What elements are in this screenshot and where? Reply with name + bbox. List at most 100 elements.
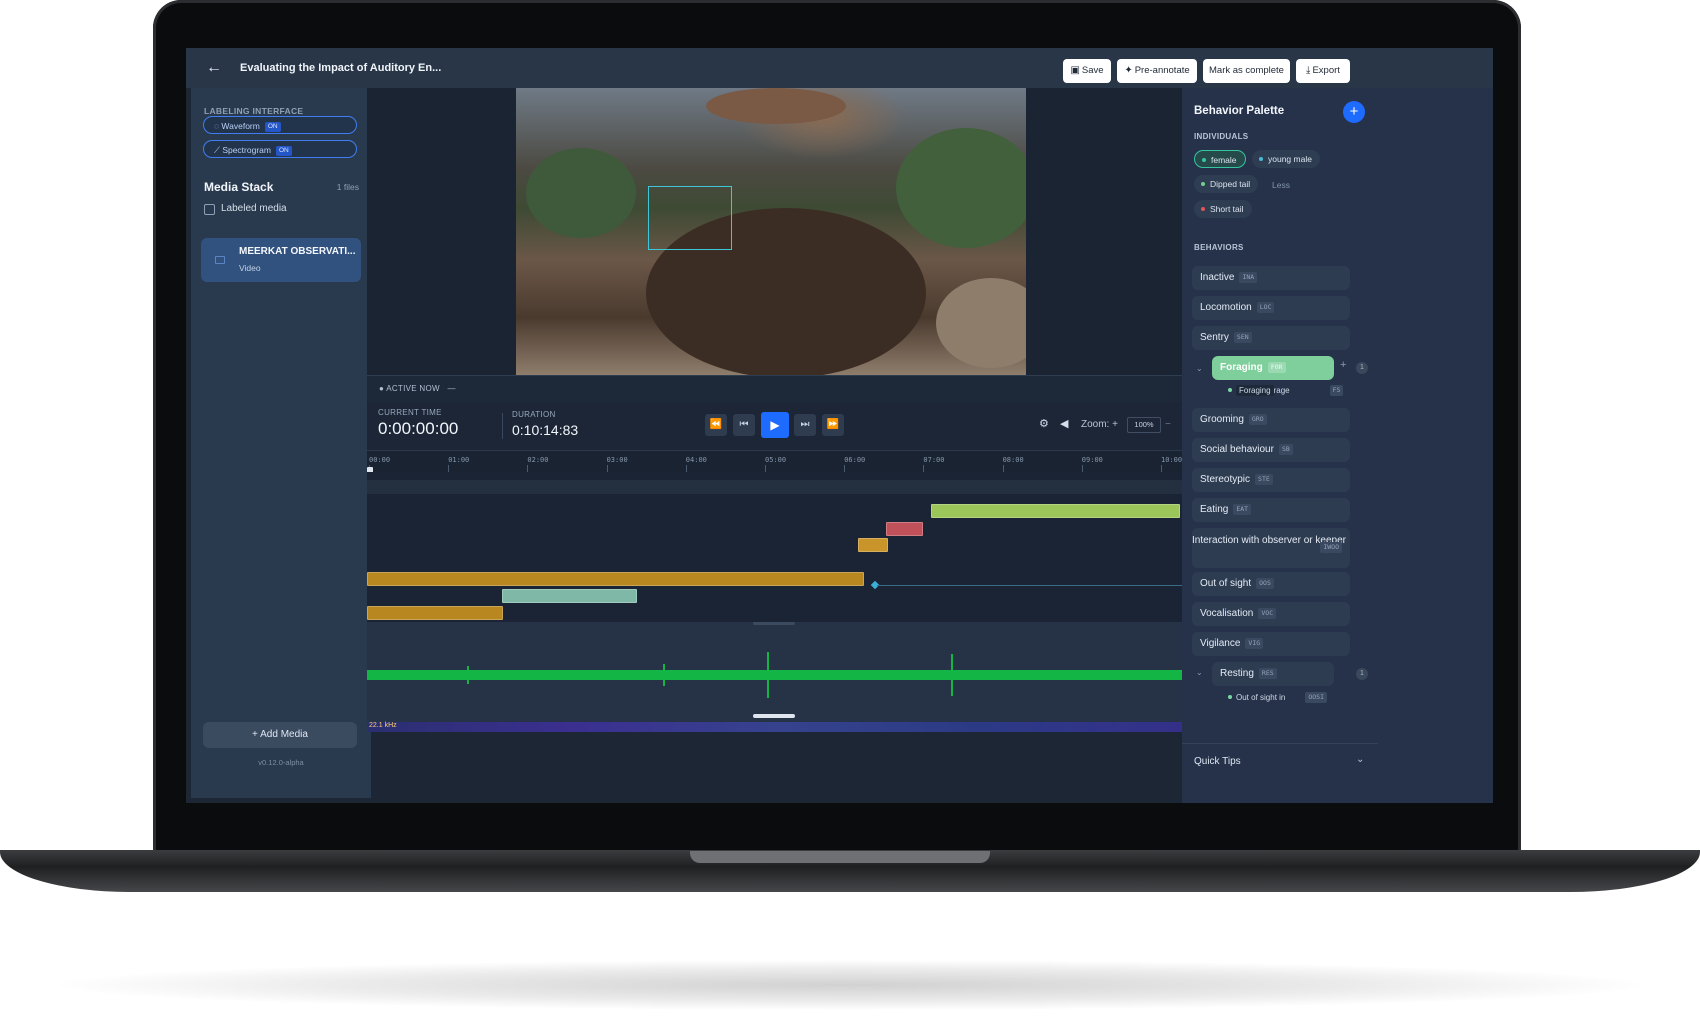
video-area bbox=[367, 88, 1182, 375]
behavior-code: VOC bbox=[1258, 608, 1277, 619]
active-now-dash: — bbox=[447, 384, 456, 393]
ruler-tick bbox=[527, 465, 529, 472]
behavior-name: Stereotypic bbox=[1200, 474, 1251, 485]
behavior-foraging[interactable]: Foraging FOR bbox=[1212, 356, 1334, 380]
duration-value: 0:10:14:83 bbox=[512, 422, 579, 438]
annotation-segment[interactable] bbox=[367, 572, 864, 586]
volume-icon[interactable]: ◀ bbox=[1060, 417, 1068, 430]
quick-tips-panel[interactable]: Quick Tips ⌄ bbox=[1182, 743, 1378, 779]
ruler-tick bbox=[685, 465, 687, 472]
behaviors-label: BEHAVIORS bbox=[1194, 243, 1244, 252]
laptop-hinge bbox=[690, 851, 990, 863]
ruler-tick-label: 00:00 bbox=[369, 456, 391, 464]
fast-forward-button[interactable]: ⏩ bbox=[822, 414, 844, 436]
annotation-segment[interactable] bbox=[886, 522, 923, 536]
media-item[interactable]: MEERKAT OBSERVATI... Video bbox=[201, 238, 361, 282]
individual-chip-short-tail[interactable]: Short tail bbox=[1194, 200, 1252, 218]
play-button[interactable]: ▶ bbox=[761, 412, 789, 438]
sub-behavior-code: OOSI bbox=[1305, 692, 1328, 703]
transport-bar: CURRENT TIME 0:00:00:00 DURATION 0:10:14… bbox=[367, 402, 1182, 450]
waveform-toggle[interactable]: ◌ Waveform ON bbox=[203, 116, 357, 134]
annotation-segment[interactable] bbox=[502, 589, 637, 603]
behavior-code: GRO bbox=[1248, 414, 1267, 425]
export-button[interactable]: ⤓ Export bbox=[1296, 59, 1350, 83]
chevron-down-icon: ⌄ bbox=[1356, 754, 1365, 765]
individual-chip-female[interactable]: female bbox=[1194, 150, 1246, 168]
individual-chip-young-male[interactable]: young male bbox=[1252, 150, 1320, 168]
app-screen: ← Evaluating the Impact of Auditory En..… bbox=[186, 48, 1493, 803]
foliage-right bbox=[896, 128, 1026, 248]
ruler-tick bbox=[606, 465, 608, 472]
ruler-tick-label: 03:00 bbox=[606, 456, 628, 464]
chevron-down-icon[interactable]: ⌄ bbox=[1196, 668, 1203, 677]
annotation-segment[interactable] bbox=[367, 606, 503, 620]
spectrogram-frequency-label: 22.1 kHz bbox=[369, 722, 397, 729]
behavior-grooming[interactable]: Grooming GRO bbox=[1192, 408, 1350, 432]
add-sub-behavior-icon[interactable]: + bbox=[1340, 359, 1346, 371]
save-button[interactable]: ▣ Save bbox=[1063, 59, 1111, 83]
timeline-ruler[interactable]: 00:00 01:00 02:00 03:00 04:00 05:00 06:00 07:00… bbox=[367, 450, 1182, 473]
sub-behavior-resting[interactable]: Out of sight in OOSI bbox=[1228, 692, 1328, 704]
sparkle-icon: ✦ bbox=[1124, 65, 1133, 76]
resize-handle[interactable] bbox=[753, 714, 795, 718]
less-toggle[interactable]: Less bbox=[1272, 180, 1290, 190]
behavior-stereotypic[interactable]: Stereotypic STE bbox=[1192, 468, 1350, 492]
arrow-left-icon[interactable]: ← bbox=[206, 59, 222, 77]
behavior-vigilance[interactable]: Vigilance VIG bbox=[1192, 632, 1350, 656]
play-icon: ▶ bbox=[770, 418, 780, 432]
annotation-segment[interactable] bbox=[857, 538, 889, 552]
pre-annotate-button[interactable]: ✦ Pre-annotate bbox=[1117, 59, 1197, 83]
keyframe-line bbox=[877, 585, 1182, 586]
add-behavior-button[interactable]: + bbox=[1343, 101, 1365, 123]
chevron-down-icon[interactable]: ⌄ bbox=[1196, 364, 1203, 373]
video-frame[interactable] bbox=[516, 88, 1026, 375]
bounding-box[interactable] bbox=[648, 186, 732, 250]
spectrogram-toggle[interactable]: ⟋ Spectrogram ON bbox=[203, 140, 357, 158]
sub-behavior-foraging[interactable]: Foraging rage FS bbox=[1228, 385, 1344, 396]
sub-behavior-code: FS bbox=[1329, 385, 1344, 396]
current-time-value: 0:00:00:00 bbox=[378, 419, 459, 438]
behavior-out-of-sight[interactable]: Out of sight OOS bbox=[1192, 572, 1350, 596]
labeled-media-checkbox[interactable] bbox=[204, 204, 215, 215]
current-time-label: CURRENT TIME bbox=[378, 408, 442, 417]
download-icon: ⤓ bbox=[1306, 65, 1311, 76]
gear-icon[interactable]: ⚙ bbox=[1039, 417, 1049, 430]
behavior-inactive[interactable]: Inactive INA bbox=[1192, 266, 1350, 290]
ruler-tick-label: 07:00 bbox=[923, 456, 945, 464]
individual-color-dot bbox=[1201, 182, 1205, 186]
zoom-in-button[interactable]: + bbox=[1112, 419, 1118, 430]
individual-chip-dipped-tail[interactable]: Dipped tail bbox=[1194, 175, 1259, 193]
behavior-locomotion[interactable]: Locomotion LOC bbox=[1192, 296, 1350, 320]
zoom-out-button[interactable]: − bbox=[1165, 419, 1171, 430]
behavior-social[interactable]: Social behaviour SB bbox=[1192, 438, 1350, 462]
rewind-button[interactable]: ⏪ bbox=[705, 414, 727, 436]
annotation-tracks[interactable] bbox=[367, 472, 1182, 656]
annotation-segment[interactable] bbox=[930, 504, 1180, 518]
media-item-type: Video bbox=[239, 263, 261, 273]
individual-name: Short tail bbox=[1210, 204, 1244, 214]
zoom-label-text: Zoom: bbox=[1081, 419, 1110, 430]
behavior-name: Locomotion bbox=[1200, 302, 1252, 313]
waveform-panel[interactable] bbox=[367, 622, 1182, 722]
add-media-button[interactable]: + Add Media bbox=[203, 722, 357, 748]
behavior-resting[interactable]: Resting RES bbox=[1212, 662, 1334, 686]
rock-right bbox=[936, 278, 1026, 368]
behavior-code: SB bbox=[1278, 444, 1293, 455]
behavior-sentry[interactable]: Sentry SEN bbox=[1192, 326, 1350, 350]
zoom-value[interactable]: 100% bbox=[1127, 417, 1161, 433]
behavior-eating[interactable]: Eating EAT bbox=[1192, 498, 1350, 522]
behavior-vocalisation[interactable]: Vocalisation VOC bbox=[1192, 602, 1350, 626]
individual-color-dot bbox=[1259, 157, 1263, 161]
active-now-row: ● ACTIVE NOW — bbox=[367, 375, 1182, 404]
behavior-code: IWOO bbox=[1320, 542, 1342, 553]
skip-forward-button[interactable]: ⏭ bbox=[794, 414, 816, 436]
labeled-media-label: Labeled media bbox=[221, 203, 287, 214]
behavior-code: OOS bbox=[1256, 578, 1274, 589]
spectrogram-on-badge: ON bbox=[275, 146, 292, 156]
spectrogram-strip[interactable]: 22.1 kHz bbox=[367, 722, 1182, 732]
individual-name: female bbox=[1211, 155, 1237, 165]
behavior-code: STE bbox=[1255, 474, 1273, 485]
skip-back-button[interactable]: ⏮ bbox=[733, 414, 755, 436]
behavior-interaction[interactable]: Interaction with observer or keeper IWOO bbox=[1192, 528, 1350, 568]
mark-complete-button[interactable]: Mark as complete bbox=[1203, 59, 1290, 83]
